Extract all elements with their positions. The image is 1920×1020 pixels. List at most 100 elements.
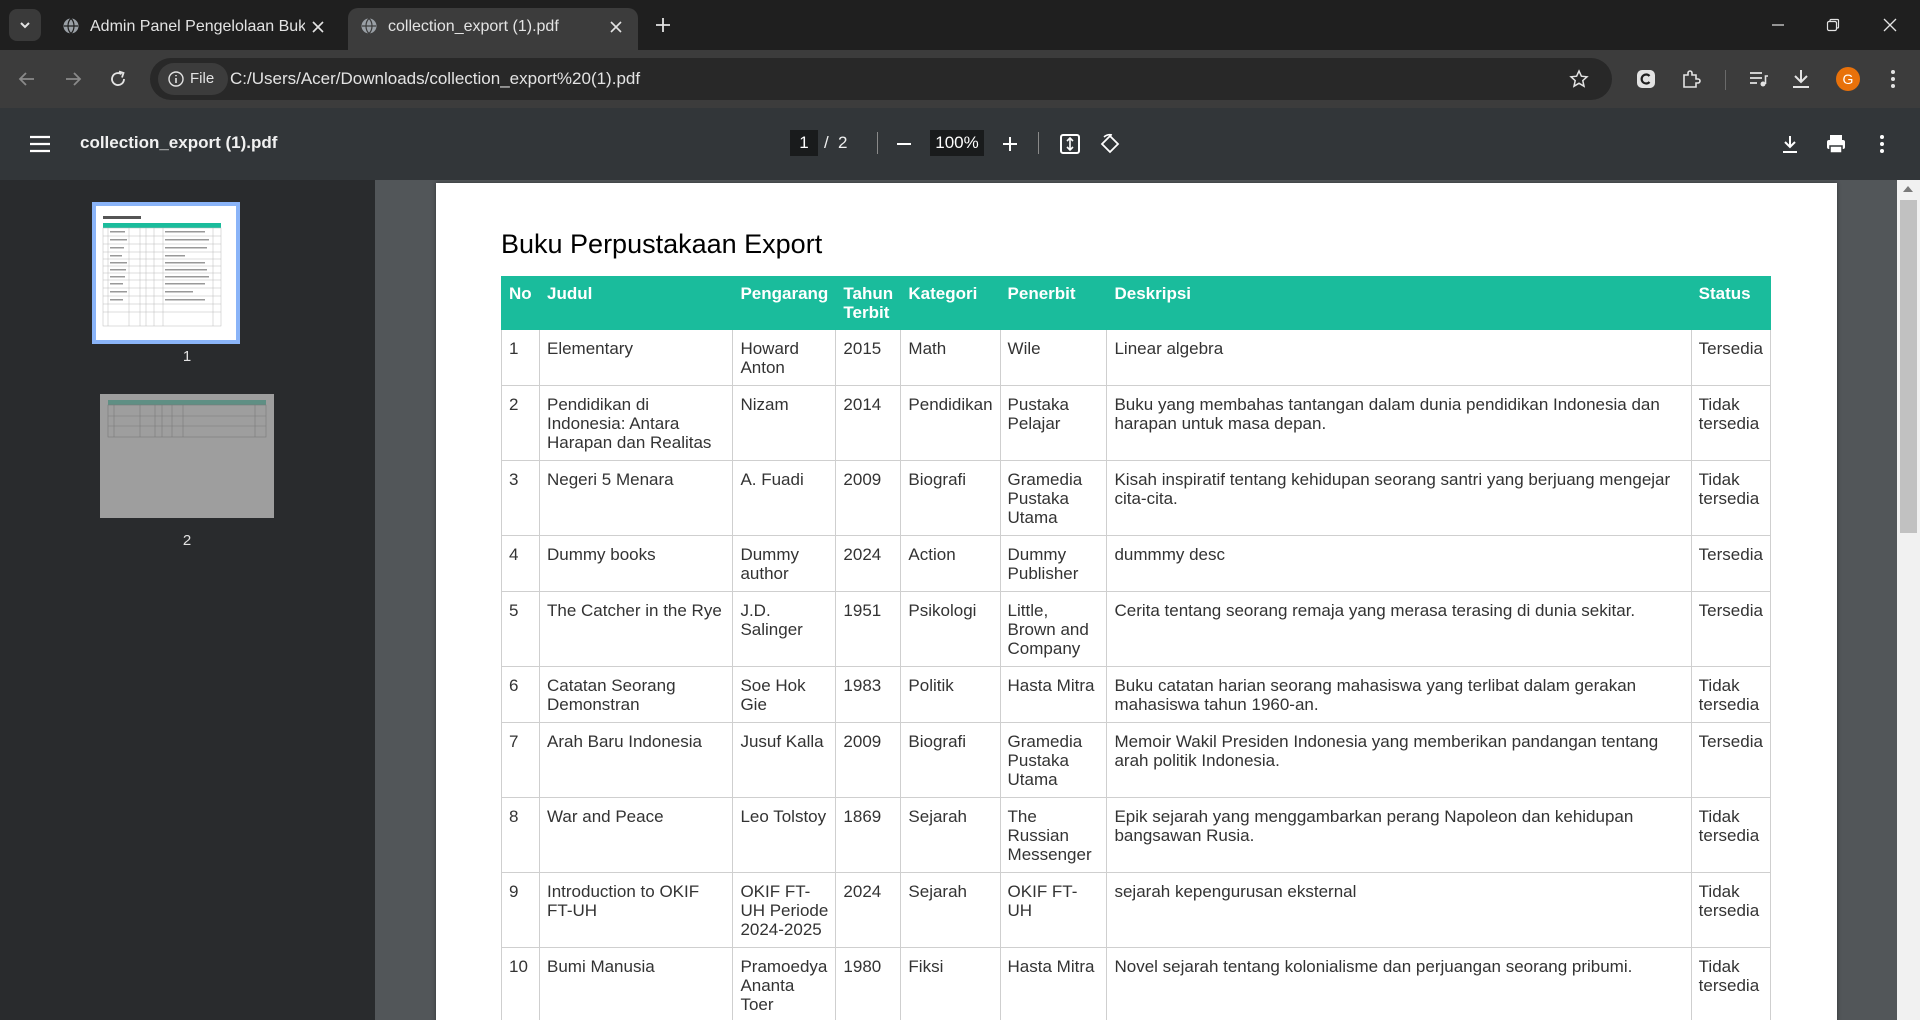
info-icon bbox=[168, 71, 184, 87]
cell-penerbit: Hasta Mitra bbox=[999, 666, 1108, 723]
restore-button[interactable] bbox=[1821, 14, 1845, 36]
page-number-input[interactable]: 1 bbox=[790, 130, 818, 156]
cell-status: Tersedia bbox=[1690, 722, 1772, 798]
cell-judul: Elementary bbox=[538, 329, 734, 386]
browser-tab-strip: Admin Panel Pengelolaan Buku collection_… bbox=[0, 0, 1920, 50]
minus-icon bbox=[897, 143, 911, 145]
fit-to-page-icon[interactable] bbox=[1058, 132, 1082, 156]
cell-tahun: 1983 bbox=[835, 666, 902, 723]
globe-icon bbox=[62, 17, 80, 35]
cell-tahun: 2014 bbox=[835, 385, 902, 461]
cell-deskripsi: Buku yang membahas tantangan dalam dunia… bbox=[1106, 385, 1692, 461]
scrollbar-thumb[interactable] bbox=[1900, 200, 1917, 533]
cell-deskripsi: dummmy desc bbox=[1106, 535, 1692, 592]
extension-c-icon[interactable] bbox=[1633, 66, 1659, 92]
site-info-label: File bbox=[190, 70, 215, 87]
cell-pengarang: Leo Tolstoy bbox=[732, 797, 837, 873]
browser-toolbar: File C:/Users/Acer/Downloads/collection_… bbox=[0, 50, 1920, 108]
tab-admin-panel[interactable]: Admin Panel Pengelolaan Buku bbox=[50, 8, 340, 50]
rotate-icon[interactable] bbox=[1098, 132, 1122, 156]
tab-search-button[interactable] bbox=[9, 9, 41, 41]
thumbnail-label: 1 bbox=[182, 348, 192, 365]
restore-icon bbox=[1826, 18, 1840, 32]
tab-collection-export[interactable]: collection_export (1).pdf bbox=[348, 8, 638, 50]
document-title: collection_export (1).pdf bbox=[80, 133, 278, 152]
bookmark-star-icon[interactable] bbox=[1568, 68, 1590, 90]
tab-title: Admin Panel Pengelolaan Buku bbox=[90, 18, 305, 35]
thumbnail-label: 2 bbox=[182, 532, 192, 549]
cell-kategori: Psikologi bbox=[900, 591, 1001, 667]
cell-no: 7 bbox=[501, 722, 540, 798]
minimize-button[interactable] bbox=[1766, 14, 1790, 36]
column-header: No bbox=[501, 276, 540, 330]
pdf-viewport[interactable]: Buku Perpustakaan Export No Judul Pengar… bbox=[375, 180, 1920, 1020]
zoom-in-button[interactable] bbox=[998, 132, 1022, 156]
column-header: Status bbox=[1690, 276, 1772, 330]
cell-judul: Dummy books bbox=[538, 535, 734, 592]
cell-deskripsi: sejarah kepengurusan eksternal bbox=[1106, 872, 1692, 948]
cell-tahun: 2024 bbox=[835, 872, 902, 948]
cell-deskripsi: Novel sejarah tentang kolonialisme dan p… bbox=[1106, 947, 1692, 1020]
cell-judul: The Catcher in the Rye bbox=[538, 591, 734, 667]
scroll-up-arrow-icon[interactable] bbox=[1903, 186, 1913, 192]
cell-tahun: 2009 bbox=[835, 460, 902, 536]
column-header: Deskripsi bbox=[1106, 276, 1692, 330]
site-info-chip[interactable]: File bbox=[158, 63, 228, 95]
close-window-button[interactable] bbox=[1878, 14, 1902, 36]
cell-penerbit: The Russian Messenger bbox=[999, 797, 1108, 873]
cell-status: Tidak tersedia bbox=[1690, 872, 1772, 948]
media-queue-icon[interactable] bbox=[1745, 66, 1771, 92]
cell-tahun: 2009 bbox=[835, 722, 902, 798]
page-thumbnail-image bbox=[100, 394, 274, 518]
table-row: 6 Catatan Seorang Demonstran Soe Hok Gie… bbox=[501, 666, 1772, 723]
zoom-out-button[interactable] bbox=[892, 132, 916, 156]
cell-kategori: Biografi bbox=[900, 460, 1001, 536]
page-thumbnail-2[interactable] bbox=[100, 394, 274, 518]
back-button[interactable] bbox=[14, 66, 40, 92]
cell-penerbit: Wile bbox=[999, 329, 1108, 386]
cell-judul: Bumi Manusia bbox=[538, 947, 734, 1020]
url-text[interactable]: C:/Users/Acer/Downloads/collection_expor… bbox=[230, 69, 640, 89]
profile-avatar[interactable]: G bbox=[1836, 67, 1860, 91]
more-menu-icon[interactable] bbox=[1880, 66, 1906, 92]
cell-pengarang: J.D. Salinger bbox=[732, 591, 837, 667]
cell-kategori: Pendidikan bbox=[900, 385, 1001, 461]
column-header: Judul bbox=[538, 276, 734, 330]
cell-deskripsi: Cerita tentang seorang remaja yang meras… bbox=[1106, 591, 1692, 667]
column-header: Tahun Terbit bbox=[835, 276, 902, 330]
cell-kategori: Sejarah bbox=[900, 797, 1001, 873]
extensions-puzzle-icon[interactable] bbox=[1678, 66, 1704, 92]
reload-icon bbox=[111, 70, 125, 86]
cell-kategori: Politik bbox=[900, 666, 1001, 723]
vertical-scrollbar[interactable] bbox=[1897, 180, 1920, 1020]
cell-pengarang: Soe Hok Gie bbox=[732, 666, 837, 723]
cell-judul: Introduction to OKIF FT-UH bbox=[538, 872, 734, 948]
close-icon bbox=[1883, 18, 1897, 32]
downloads-icon[interactable] bbox=[1788, 66, 1814, 92]
cell-status: Tidak tersedia bbox=[1690, 666, 1772, 723]
forward-button[interactable] bbox=[60, 66, 86, 92]
cell-kategori: Math bbox=[900, 329, 1001, 386]
zoom-level-input[interactable]: 100% bbox=[930, 130, 984, 156]
cell-tahun: 1980 bbox=[835, 947, 902, 1020]
column-header: Penerbit bbox=[999, 276, 1108, 330]
cell-judul: War and Peace bbox=[538, 797, 734, 873]
print-icon[interactable] bbox=[1824, 132, 1848, 156]
cell-tahun: 1869 bbox=[835, 797, 902, 873]
thumbnail-sidebar: 1 2 bbox=[0, 180, 375, 1020]
address-bar[interactable]: File C:/Users/Acer/Downloads/collection_… bbox=[150, 58, 1612, 100]
cell-no: 5 bbox=[501, 591, 540, 667]
cell-status: Tidak tersedia bbox=[1690, 947, 1772, 1020]
download-icon[interactable] bbox=[1778, 132, 1802, 156]
close-icon[interactable] bbox=[308, 17, 328, 37]
more-options-icon[interactable] bbox=[1870, 132, 1894, 156]
new-tab-button[interactable] bbox=[652, 14, 674, 36]
page-thumbnail-1[interactable] bbox=[92, 202, 240, 344]
cell-no: 4 bbox=[501, 535, 540, 592]
cell-penerbit: OKIF FT-UH bbox=[999, 872, 1108, 948]
pdf-page: Buku Perpustakaan Export No Judul Pengar… bbox=[436, 183, 1837, 1020]
hamburger-menu-icon[interactable] bbox=[28, 132, 52, 156]
reload-button[interactable] bbox=[105, 66, 131, 92]
close-icon[interactable] bbox=[606, 17, 626, 37]
cell-penerbit: Dummy Publisher bbox=[999, 535, 1108, 592]
